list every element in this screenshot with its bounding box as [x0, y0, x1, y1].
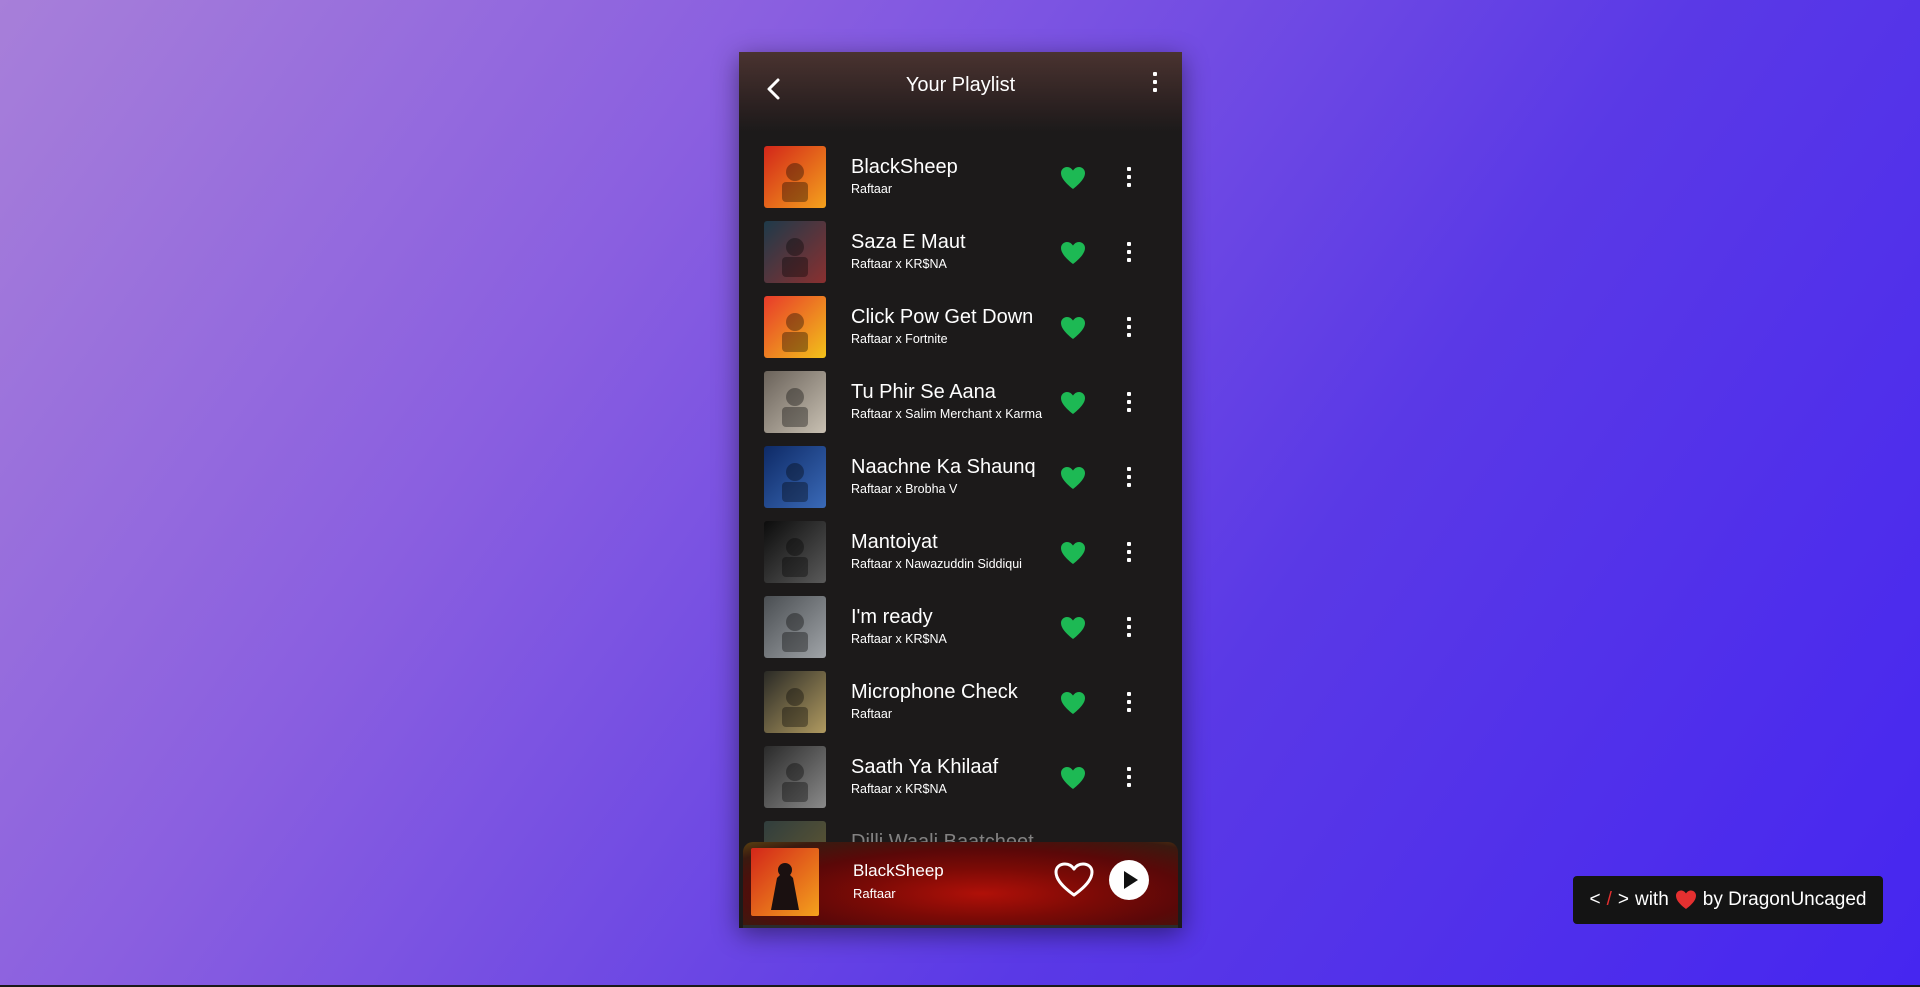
playlist-header: Your Playlist — [739, 52, 1182, 132]
song-title: I'm ready — [851, 606, 933, 628]
album-cover — [764, 596, 826, 658]
credit-close: > — [1617, 889, 1629, 910]
song-row[interactable]: Microphone Check Raftaar — [739, 671, 1182, 746]
album-cover — [764, 146, 826, 208]
album-cover — [764, 746, 826, 808]
album-cover — [764, 521, 826, 583]
song-row[interactable]: Naachne Ka Shaunq Raftaar x Brobha V — [739, 446, 1182, 521]
song-title: Tu Phir Se Aana — [851, 381, 996, 403]
playlist-app: Your Playlist BlackSheep Raftaar Saza E Ma… — [739, 52, 1182, 928]
more-vertical-icon[interactable] — [1150, 70, 1160, 96]
song-artist: Raftaar x Fortnite — [851, 332, 948, 346]
album-cover — [764, 371, 826, 433]
more-vertical-icon[interactable] — [1125, 691, 1133, 713]
song-row[interactable]: Tu Phir Se Aana Raftaar x Salim Merchant … — [739, 371, 1182, 446]
song-row[interactable]: BlackSheep Raftaar — [739, 146, 1182, 221]
song-row[interactable]: Saza E Maut Raftaar x KR$NA — [739, 221, 1182, 296]
album-cover — [764, 446, 826, 508]
now-playing-artist: Raftaar — [853, 886, 896, 901]
song-title: Saath Ya Khilaaf — [851, 756, 999, 778]
song-list: BlackSheep Raftaar Saza E Maut Raftaar x KR… — [739, 144, 1182, 894]
album-cover — [764, 221, 826, 283]
song-artist: Raftaar x KR$NA — [851, 782, 947, 796]
song-title: Saza E Maut — [851, 231, 966, 253]
heart-filled-icon[interactable] — [1060, 316, 1086, 340]
credit-slash: / — [1606, 889, 1612, 910]
play-button[interactable] — [1109, 860, 1149, 900]
heart-filled-icon[interactable] — [1060, 616, 1086, 640]
heart-filled-icon[interactable] — [1060, 766, 1086, 790]
heart-outline-icon[interactable] — [1054, 862, 1094, 898]
song-artist: Raftaar x Nawazuddin Siddiqui — [851, 557, 1022, 571]
more-vertical-icon[interactable] — [1125, 541, 1133, 563]
heart-filled-icon[interactable] — [1060, 466, 1086, 490]
song-title: Click Pow Get Down — [851, 306, 1034, 328]
song-title: Naachne Ka Shaunq — [851, 456, 1036, 478]
song-title: BlackSheep — [851, 156, 958, 178]
song-row[interactable]: Saath Ya Khilaaf Raftaar x KR$NA — [739, 746, 1182, 821]
heart-filled-icon[interactable] — [1060, 541, 1086, 565]
more-vertical-icon[interactable] — [1125, 466, 1133, 488]
heart-filled-icon[interactable] — [1060, 166, 1086, 190]
song-artist: Raftaar x Salim Merchant x Karma — [851, 407, 1043, 421]
more-vertical-icon[interactable] — [1125, 766, 1133, 788]
play-icon — [1124, 871, 1138, 889]
more-vertical-icon[interactable] — [1125, 316, 1133, 338]
song-title: Microphone Check — [851, 681, 1018, 703]
more-vertical-icon[interactable] — [1125, 391, 1133, 413]
credit-with: with — [1634, 889, 1669, 910]
heart-icon — [1675, 890, 1696, 909]
credit-badge: < / > with by DragonUncaged — [1573, 876, 1883, 924]
page-title: Your Playlist — [905, 74, 1016, 96]
song-row[interactable]: Click Pow Get Down Raftaar x Fortnite — [739, 296, 1182, 371]
song-artist: Raftaar — [851, 707, 892, 721]
song-row[interactable]: I'm ready Raftaar x KR$NA — [739, 596, 1182, 671]
more-vertical-icon[interactable] — [1125, 241, 1133, 263]
song-artist: Raftaar x KR$NA — [851, 257, 947, 271]
album-cover — [764, 296, 826, 358]
song-artist: Raftaar x Brobha V — [851, 482, 958, 496]
credit-open: < — [1589, 889, 1601, 910]
more-vertical-icon[interactable] — [1125, 166, 1133, 188]
now-playing-bar[interactable]: BlackSheep Raftaar — [743, 842, 1178, 928]
now-playing-title: BlackSheep — [853, 861, 944, 880]
now-playing-cover — [751, 848, 819, 916]
heart-filled-icon[interactable] — [1060, 391, 1086, 415]
credit-author: by DragonUncaged — [1702, 889, 1867, 910]
more-vertical-icon[interactable] — [1125, 616, 1133, 638]
song-row[interactable]: Mantoiyat Raftaar x Nawazuddin Siddiqui — [739, 521, 1182, 596]
song-artist: Raftaar — [851, 182, 892, 196]
album-cover — [764, 671, 826, 733]
heart-filled-icon[interactable] — [1060, 691, 1086, 715]
song-artist: Raftaar x KR$NA — [851, 632, 947, 646]
heart-filled-icon[interactable] — [1060, 241, 1086, 265]
song-title: Mantoiyat — [851, 531, 938, 553]
